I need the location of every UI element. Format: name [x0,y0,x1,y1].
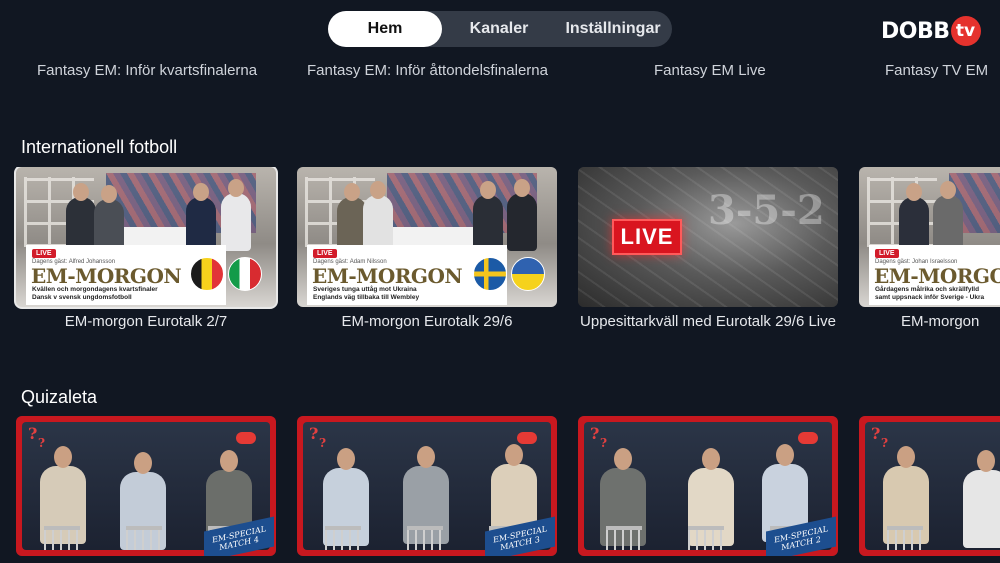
quiz-scene: ? ? [859,416,1000,556]
quiz-logo-icon [798,432,818,444]
question-mark-icon: ? [871,424,881,443]
subline-2: Dansk v svensk ungdomsfotboll [32,294,132,301]
ukraine-flag-icon [511,257,545,291]
video-card[interactable]: ? ? [859,416,1000,556]
tab-kanaler[interactable]: Kanaler [442,11,556,47]
video-thumbnail: LIVE Dagens gäst: Alfred Johansson EM-MO… [14,167,278,309]
video-card[interactable]: ? ? EM-SPECIAL MATCH 3 [297,416,557,556]
quiz-scene: ? ? EM-SPECIAL MATCH 3 [297,416,557,556]
sweden-flag-icon [473,257,507,291]
quiz-desk [688,526,724,550]
tab-installningar[interactable]: Inställningar [556,11,670,47]
video-card[interactable]: ? ? EM-SPECIAL MATCH 4 [16,416,276,556]
previous-row-captions: Fantasy EM: Inför kvartsfinalerna Fantas… [0,60,1000,80]
headline: EM-MORGON [874,264,1000,288]
dobbtv-logo: DOBB tv [881,15,981,47]
quiz-desk [606,526,642,550]
video-thumbnail: LIVE Dagens gäst: Adam Nilsson EM-MORGON… [297,167,557,307]
quiz-desk [126,526,162,550]
video-card[interactable]: 3-5-2 LIVE Uppesittarkväll med Eurotalk … [578,167,838,330]
video-thumbnail: LIVE Dagens gäst: Johan Israelsson EM-MO… [859,167,1000,307]
headline: EM-MORGON [312,264,463,288]
video-card[interactable]: LIVE Dagens gäst: Adam Nilsson EM-MORGON… [297,167,557,330]
logo-badge: tv [950,16,981,46]
logo-text: DOBB [881,18,950,44]
quiz-logo-icon [517,432,537,444]
subline: Kvällen och morgondagens kvartsfinaler Da… [32,286,158,302]
quiz-logo-icon [236,432,256,444]
quiz-scene: ? ? EM-SPECIAL MATCH 4 [16,416,276,556]
video-thumbnail: ? ? EM-SPECIAL MATCH 4 [16,416,276,556]
card-caption: EM-morgon Eurotalk 2/7 [64,313,228,330]
contestant [963,450,1000,548]
quiz-desk [44,526,80,550]
card-caption[interactable]: Fantasy TV EM [885,62,988,79]
row-internationell-fotboll: LIVE Dagens gäst: Alfred Johansson EM-MO… [0,167,1000,347]
video-card[interactable]: LIVE Dagens gäst: Johan Israelsson EM-MO… [859,167,1000,330]
subline-2: Englands väg tillbaka till Wembley [313,294,420,301]
section-title-quizaleta: Quizaleta [21,387,98,407]
row-quizaleta: ? ? EM-SPECIAL MATCH 4 ? ? EM-SPECIAL MA… [0,416,1000,563]
card-caption: EM-morgon Eurotalk 29/6 [341,313,513,330]
video-card[interactable]: ? ? EM-SPECIAL MATCH 2 [578,416,838,556]
quiz-scene: ? ? EM-SPECIAL MATCH 2 [578,416,838,556]
card-caption: Uppesittarkväll med Eurotalk 29/6 Live [580,313,836,330]
card-caption[interactable]: Fantasy EM: Inför åttondelsfinalerna [307,62,548,79]
belgium-flag-icon [190,257,224,291]
subline-1: Kvällen och morgondagens kvartsfinaler [32,286,158,293]
video-thumbnail: 3-5-2 LIVE [578,167,838,307]
person [507,179,537,251]
subline-2: samt uppsnack inför Sverige - Ukra [875,294,985,301]
quiz-desk [887,526,923,550]
subline: Sveriges tunga uttåg mot Ukraina Englands… [313,286,419,302]
italy-flag-icon [228,257,262,291]
top-nav: Hem Kanaler Inställningar [328,11,672,47]
video-thumbnail: ? ? [859,416,1000,556]
tactic-text: 3-5-2 [708,187,825,234]
subline-1: Sveriges tunga uttåg mot Ukraina [313,286,417,293]
question-mark-icon: ? [590,424,600,443]
live-tag: LIVE [32,249,56,258]
card-caption[interactable]: Fantasy EM Live [654,62,766,79]
live-tag: LIVE [875,249,899,258]
tab-hem[interactable]: Hem [328,11,442,47]
quiz-desk [407,526,443,550]
video-thumbnail: ? ? EM-SPECIAL MATCH 3 [297,416,557,556]
subline-1: Gårdagens målrika och skrällfylld [875,286,980,293]
live-badge: LIVE [612,219,682,255]
live-tag: LIVE [313,249,337,258]
person [221,179,251,251]
headline: EM-MORGON [31,264,182,288]
quiz-desk [325,526,361,550]
quiz-stage: ? ? [865,422,1000,550]
video-thumbnail: ? ? EM-SPECIAL MATCH 2 [578,416,838,556]
question-mark-icon: ? [28,424,38,443]
em-morgon-banner: LIVE Dagens gäst: Johan Israelsson EM-MO… [869,245,1000,305]
section-title-internationell-fotboll: Internationell fotboll [21,137,178,157]
video-card[interactable]: LIVE Dagens gäst: Alfred Johansson EM-MO… [14,167,278,330]
question-mark-icon: ? [881,436,889,450]
question-mark-icon: ? [600,436,608,450]
card-caption[interactable]: Fantasy EM: Inför kvartsfinalerna [37,62,257,79]
question-mark-icon: ? [38,436,46,450]
question-mark-icon: ? [319,436,327,450]
question-mark-icon: ? [309,424,319,443]
subline: Gårdagens målrika och skrällfylld samt up… [875,286,984,302]
card-caption: EM-morgon [901,313,980,330]
